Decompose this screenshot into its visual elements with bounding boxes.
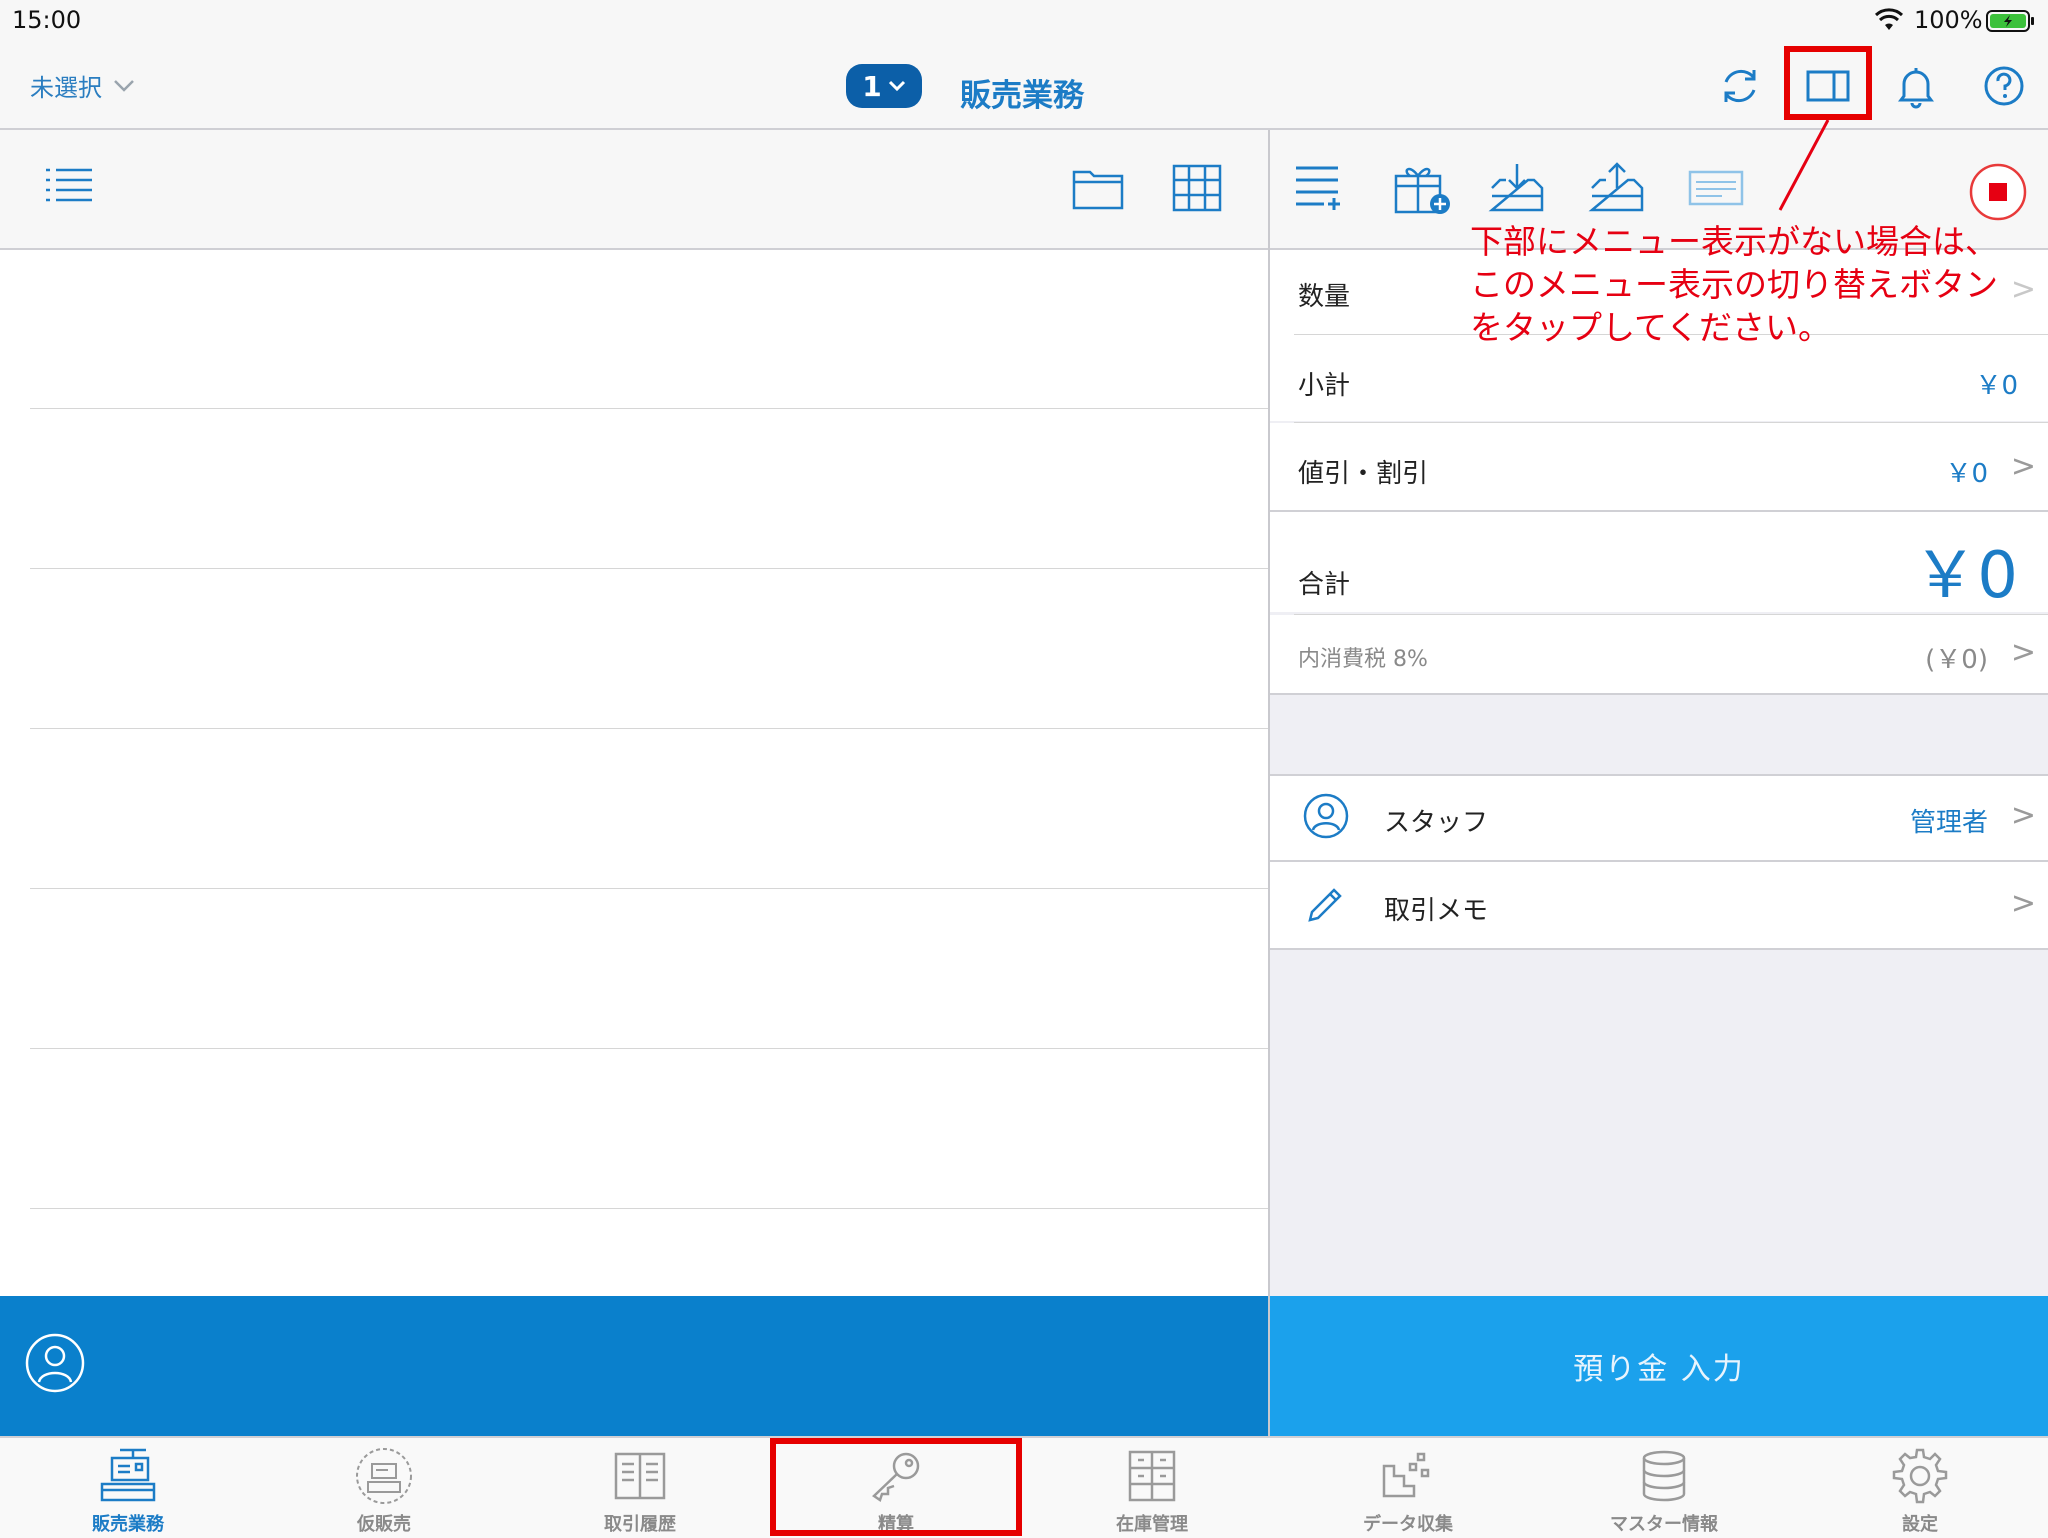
tax-label: 内消費税 8% (1298, 647, 1428, 672)
tab-inventory[interactable]: 在庫管理 (1024, 1438, 1280, 1538)
total-label: 合計 (1298, 570, 1351, 600)
chevron-right-icon: > (2010, 272, 2036, 307)
tab-label: 取引履歴 (604, 1514, 676, 1535)
staff-row[interactable]: スタッフ 管理者 > (1270, 776, 2048, 860)
summary-panel: 数量 > 小計 ￥0 値引・割引 ￥0 > 合計 ￥0 内消費税 8% (￥0)… (1270, 250, 2048, 1296)
customer-icon[interactable] (24, 1332, 86, 1394)
staff-value: 管理者 (1909, 808, 1988, 838)
book-icon (610, 1446, 670, 1506)
customer-bar (0, 1296, 1268, 1436)
cabinet-icon (1122, 1446, 1182, 1506)
help-icon[interactable] (1978, 60, 2030, 112)
gift-add-icon[interactable] (1392, 160, 1452, 216)
tab-temp-sales[interactable]: 仮販売 (256, 1438, 512, 1538)
tab-label: データ収集 (1363, 1514, 1453, 1535)
wifi-icon (1874, 8, 1904, 32)
register-icon (98, 1446, 158, 1506)
list-divider (30, 728, 1268, 729)
discount-row[interactable]: 値引・割引 ￥0 > (1270, 423, 2048, 511)
temp-register-icon (354, 1446, 414, 1506)
subtotal-label: 小計 (1298, 371, 1351, 401)
tab-label: 在庫管理 (1116, 1514, 1188, 1535)
grid-view-icon[interactable] (1172, 164, 1222, 212)
tab-data-collection[interactable]: データ収集 (1280, 1438, 1536, 1538)
deposit-input-button[interactable]: 預り金 入力 (1270, 1296, 2048, 1436)
sync-icon[interactable] (1714, 60, 1766, 112)
tab-label: 設定 (1902, 1514, 1938, 1535)
total-row: 合計 ￥0 (1270, 512, 2048, 613)
chevron-down-icon (888, 80, 906, 92)
page-title: 販売業務 (960, 78, 1084, 114)
status-time: 15:00 (12, 6, 82, 34)
tab-sales[interactable]: 販売業務 (0, 1438, 256, 1538)
annotation-note: 下部にメニュー表示がない場合は、 このメニュー表示の切り替えボタン をタップして… (1470, 222, 1998, 347)
tab-label: 仮販売 (357, 1514, 411, 1535)
stop-record-icon[interactable] (1968, 162, 2028, 222)
chevron-down-icon (112, 78, 136, 94)
gear-icon (1890, 1446, 1950, 1506)
tab-master-info[interactable]: マスター情報 (1536, 1438, 1792, 1538)
export-icon[interactable] (1588, 160, 1646, 214)
section-divider (1270, 693, 2048, 695)
discount-value: ￥0 (1945, 459, 1988, 489)
tab-history[interactable]: 取引履歴 (512, 1438, 768, 1538)
highlight-box-menu-toggle (1784, 46, 1872, 120)
chevron-right-icon: > (2010, 635, 2036, 670)
quantity-label: 数量 (1298, 282, 1351, 312)
item-list (0, 250, 1268, 1296)
memo-label: 取引メモ (1384, 896, 1489, 926)
tab-settings[interactable]: 設定 (1792, 1438, 2048, 1538)
pencil-icon (1304, 882, 1348, 926)
tab-label: 販売業務 (92, 1514, 164, 1535)
highlight-box-settlement (770, 1438, 1022, 1536)
list-divider (30, 408, 1268, 409)
chevron-right-icon: > (2010, 798, 2036, 833)
memo-row[interactable]: 取引メモ > (1270, 862, 2048, 948)
list-divider (30, 888, 1268, 889)
register-select[interactable]: 1 (846, 64, 922, 108)
status-bar (0, 0, 2048, 40)
annotation-pointer (1774, 118, 1834, 214)
subtotal-value: ￥0 (1975, 371, 2018, 401)
store-select[interactable]: 未選択 (30, 68, 136, 103)
tab-label: マスター情報 (1610, 1514, 1718, 1535)
battery-percent: 100% (1914, 6, 1983, 34)
bell-icon[interactable] (1890, 60, 1942, 112)
total-value: ￥0 (1913, 539, 2018, 613)
staff-label: スタッフ (1384, 808, 1489, 838)
battery-icon (1986, 9, 2036, 33)
tax-value: (￥0) (1925, 645, 1988, 675)
left-toolbar (0, 130, 1268, 250)
receipt-card-icon[interactable] (1688, 170, 1744, 206)
folder-icon[interactable] (1072, 166, 1124, 210)
staff-icon (1302, 792, 1350, 840)
database-icon (1634, 1446, 1694, 1506)
import-icon[interactable] (1488, 160, 1546, 214)
chevron-right-icon: > (2010, 449, 2036, 484)
store-select-label: 未選択 (30, 74, 102, 102)
tax-row[interactable]: 内消費税 8% (￥0) > (1270, 615, 2048, 693)
add-line-icon[interactable] (1294, 162, 1344, 212)
list-divider (30, 568, 1268, 569)
register-number: 1 (862, 69, 882, 103)
nav-bar: 未選択 1 販売業務 (0, 40, 2048, 130)
data-blocks-icon (1378, 1446, 1438, 1506)
list-divider (30, 1208, 1268, 1209)
list-divider (30, 1048, 1268, 1049)
chevron-right-icon: > (2010, 886, 2036, 921)
discount-label: 値引・割引 (1298, 459, 1429, 489)
tab-bar: 販売業務 仮販売 取引履歴 精算 在庫管理 データ収集 マスター情報 設定 (0, 1436, 2048, 1538)
section-divider (1270, 948, 2048, 950)
list-view-icon[interactable] (44, 166, 94, 206)
